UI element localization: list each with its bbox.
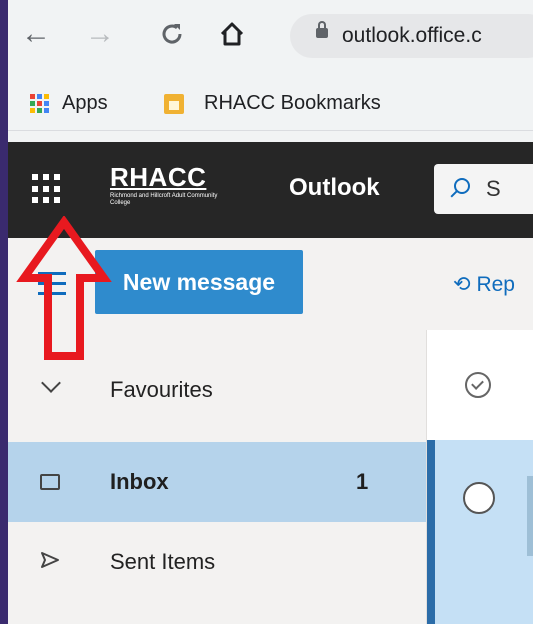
- select-message-radio[interactable]: [463, 482, 495, 514]
- reply-label: Rep: [476, 273, 515, 296]
- folder-icon: [164, 93, 184, 114]
- chevron-down-icon: [41, 373, 61, 393]
- folder-label: Inbox: [110, 469, 169, 494]
- folder-item-sent[interactable]: Sent Items: [8, 522, 426, 602]
- home-icon[interactable]: [216, 18, 248, 50]
- bookmarks-bar: Apps RHACC Bookmarks: [8, 80, 533, 131]
- lock-icon: [316, 21, 328, 38]
- apps-label: Apps: [62, 92, 108, 114]
- message-preview-text: [527, 476, 533, 556]
- unread-count: 1: [356, 469, 369, 494]
- bookmark-folder-label: RHACC Bookmarks: [204, 92, 381, 114]
- inbox-icon: [40, 474, 60, 490]
- send-icon: [40, 549, 60, 575]
- app-title[interactable]: Outlook: [289, 174, 380, 202]
- folder-item-inbox[interactable]: Inbox 1: [8, 442, 426, 522]
- browser-toolbar: ← → outlook.office.c: [8, 0, 533, 80]
- brand-tagline: Richmond and Hillcroft Adult Community C…: [110, 193, 218, 206]
- list-item[interactable]: [427, 440, 533, 624]
- reload-icon[interactable]: [156, 18, 188, 50]
- reply-all-icon: ⟲: [453, 273, 471, 296]
- bookmark-apps[interactable]: Apps: [30, 92, 108, 115]
- search-input[interactable]: S: [434, 164, 533, 214]
- search-icon: [454, 178, 470, 194]
- annotation-arrow-icon: [16, 216, 112, 360]
- apps-icon: [30, 93, 50, 114]
- favourites-label: Favourites: [110, 377, 213, 402]
- folder-pane: Favourites Inbox 1 Sent Items: [8, 330, 426, 624]
- address-bar[interactable]: outlook.office.c: [290, 14, 533, 58]
- url-text: outlook.office.c: [342, 24, 482, 47]
- bookmark-folder[interactable]: RHACC Bookmarks: [164, 92, 381, 115]
- folder-label: Sent Items: [110, 549, 216, 574]
- screenshot-frame: ← → outlook.office.c Apps RHACC Bookmark…: [8, 0, 533, 624]
- reply-button[interactable]: ⟲ Rep: [453, 272, 515, 297]
- new-message-button[interactable]: New message: [95, 250, 303, 314]
- search-placeholder: S: [486, 176, 501, 201]
- brand-name: RHACC: [110, 162, 207, 192]
- back-icon[interactable]: ←: [20, 17, 52, 50]
- college-logo[interactable]: RHACC Richmond and Hillcroft Adult Commu…: [110, 162, 232, 207]
- select-all-icon[interactable]: [465, 372, 491, 398]
- message-list: [427, 330, 533, 624]
- forward-icon[interactable]: →: [84, 17, 116, 50]
- app-launcher-icon[interactable]: [32, 174, 62, 204]
